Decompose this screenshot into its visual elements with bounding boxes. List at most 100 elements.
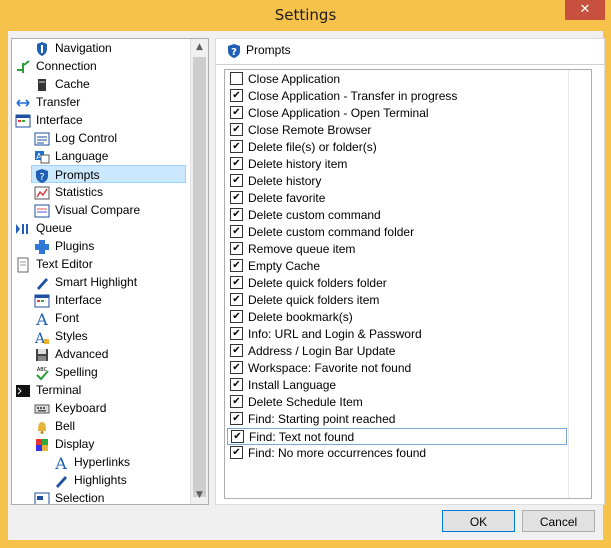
checkbox-checked-icon[interactable]: ✔	[230, 191, 243, 205]
prompt-list-item[interactable]: ✔ Close Application - Open Terminal	[227, 105, 567, 122]
tree-item-spelling[interactable]: ABC Spelling	[34, 363, 98, 381]
prompt-list-item[interactable]: ✔ Delete quick folders folder	[227, 275, 567, 292]
tree-item-hyperlinks[interactable]: A Hyperlinks	[53, 453, 131, 473]
checkbox-checked-icon[interactable]: ✔	[230, 106, 243, 120]
prompt-list-item[interactable]: ✔ Install Language	[227, 377, 567, 394]
checkbox-checked-icon[interactable]: ✔	[230, 123, 243, 137]
checkbox-unchecked-icon[interactable]	[230, 72, 243, 86]
checkbox-checked-icon[interactable]: ✔	[230, 140, 243, 154]
prompt-list-item[interactable]: ✔ Find: Text not found	[227, 428, 567, 445]
checkbox-checked-icon[interactable]: ✔	[230, 208, 243, 222]
prompt-list-item[interactable]: ✔ Delete history item	[227, 156, 567, 173]
tree-item-label: Spelling	[55, 365, 98, 379]
dialog-client: Navigation Connection Cache Transfer Interfa…	[8, 31, 605, 540]
tree-item-interface[interactable]: Interface	[15, 111, 83, 129]
tree-item-styles[interactable]: A Styles	[34, 327, 88, 347]
checkbox-checked-icon[interactable]: ✔	[230, 242, 243, 256]
tree-item-selection[interactable]: Selection	[34, 489, 104, 504]
tree-item-label: Keyboard	[55, 401, 107, 415]
tree-item-font[interactable]: A Font	[34, 309, 79, 329]
prompt-list-item[interactable]: ✔ Address / Login Bar Update	[227, 343, 567, 360]
checkbox-checked-icon[interactable]: ✔	[230, 174, 243, 188]
checkbox-checked-icon[interactable]: ✔	[230, 225, 243, 239]
tree-item-log-control[interactable]: Log Control	[34, 129, 117, 147]
checkbox-checked-icon[interactable]: ✔	[230, 378, 243, 392]
checkbox-checked-icon[interactable]: ✔	[230, 89, 243, 103]
checkbox-checked-icon[interactable]: ✔	[230, 446, 243, 460]
checkbox-checked-icon[interactable]: ✔	[230, 293, 243, 307]
prompt-list-item[interactable]: ✔ Delete Schedule Item	[227, 394, 567, 411]
tree-item-label: Visual Compare	[55, 203, 141, 217]
ok-button[interactable]: OK	[442, 510, 515, 532]
tree-item-smart-highlight[interactable]: Smart Highlight	[34, 273, 137, 291]
tree-item-connection[interactable]: Connection	[15, 57, 97, 75]
keyboard-icon	[34, 401, 50, 417]
prompt-list-item[interactable]: ✔ Delete bookmark(s)	[227, 309, 567, 326]
checkbox-checked-icon[interactable]: ✔	[230, 259, 243, 273]
tree-item-label: Hyperlinks	[74, 455, 131, 469]
prompts-icon: ?	[34, 168, 50, 184]
tree-item-advanced[interactable]: Advanced	[34, 345, 108, 363]
prompt-list-item[interactable]: Close Application	[227, 71, 567, 88]
tree-item-interface[interactable]: Interface	[34, 291, 102, 309]
prompt-list-item[interactable]: ✔ Empty Cache	[227, 258, 567, 275]
checkbox-checked-icon[interactable]: ✔	[230, 344, 243, 358]
prompt-list-item[interactable]: ✔ Find: Starting point reached	[227, 411, 567, 428]
tree-item-queue[interactable]: Queue	[15, 219, 72, 237]
cancel-button[interactable]: Cancel	[522, 510, 595, 532]
checkbox-checked-icon[interactable]: ✔	[230, 310, 243, 324]
prompt-label: Delete file(s) or folder(s)	[248, 140, 377, 154]
statistics-icon	[34, 185, 50, 201]
tree-item-label: Interface	[55, 293, 102, 307]
tree-item-bell[interactable]: Bell	[34, 417, 75, 435]
checkbox-checked-icon[interactable]: ✔	[230, 276, 243, 290]
prompt-list-item[interactable]: ✔ Find: No more occurrences found	[227, 445, 567, 462]
tree-item-keyboard[interactable]: Keyboard	[34, 399, 106, 417]
tree-item-navigation[interactable]: Navigation	[34, 39, 112, 57]
tree-item-terminal[interactable]: Terminal	[15, 381, 81, 399]
prompt-list-item[interactable]: ✔ Close Remote Browser	[227, 122, 567, 139]
prompt-list-item[interactable]: ✔ Delete history	[227, 173, 567, 190]
scroll-up-icon[interactable]: ▲	[191, 39, 208, 56]
prompt-list-item[interactable]: ✔ Close Application - Transfer in progres…	[227, 88, 567, 105]
prompt-list-item[interactable]: ✔ Delete custom command folder	[227, 224, 567, 241]
scroll-down-icon[interactable]: ▼	[191, 487, 208, 504]
language-icon: A	[34, 149, 50, 165]
prompt-list-item[interactable]: ✔ Delete favorite	[227, 190, 567, 207]
tree-item-language[interactable]: A Language	[34, 147, 108, 165]
checkbox-checked-icon[interactable]: ✔	[230, 327, 243, 341]
prompt-label: Close Remote Browser	[248, 123, 372, 137]
transfer-icon	[15, 95, 31, 111]
prompt-label: Remove queue item	[248, 242, 356, 256]
tree-item-highlights[interactable]: Highlights	[53, 471, 127, 489]
prompts-icon: ?	[226, 43, 242, 59]
tree-item-transfer[interactable]: Transfer	[15, 93, 80, 111]
prompt-list-item[interactable]: ✔ Info: URL and Login & Password	[227, 326, 567, 343]
prompt-list-item[interactable]: ✔ Delete custom command	[227, 207, 567, 224]
tree-item-cache[interactable]: Cache	[34, 75, 90, 93]
panel-title: ? Prompts	[226, 43, 291, 59]
prompt-label: Address / Login Bar Update	[248, 344, 396, 358]
close-button[interactable]: ✕	[565, 0, 605, 20]
prompt-list-item[interactable]: ✔ Remove queue item	[227, 241, 567, 258]
tree-item-prompts[interactable]: ? Prompts	[31, 165, 186, 183]
tree-item-label: Plugins	[55, 239, 95, 253]
prompt-list-item[interactable]: ✔ Delete file(s) or folder(s)	[227, 139, 567, 156]
prompt-list-item[interactable]: ✔ Delete quick folders item	[227, 292, 567, 309]
checkbox-checked-icon[interactable]: ✔	[230, 395, 243, 409]
scroll-thumb[interactable]	[193, 57, 206, 497]
tree-item-display[interactable]: Display	[34, 435, 94, 453]
tree-item-label: Prompts	[55, 168, 100, 182]
tree-item-visual-compare[interactable]: Visual Compare	[34, 201, 140, 219]
checkbox-checked-icon[interactable]: ✔	[230, 157, 243, 171]
tree-item-plugins[interactable]: Plugins	[34, 237, 94, 255]
tree-scrollbar[interactable]: ▲ ▼	[190, 39, 208, 504]
prompt-list-item[interactable]: ✔ Workspace: Favorite not found	[227, 360, 567, 377]
interface-icon	[34, 293, 50, 309]
tree-item-statistics[interactable]: Statistics	[34, 183, 103, 201]
tree-item-text-editor[interactable]: Text Editor	[15, 255, 93, 273]
cache-icon	[34, 77, 50, 93]
checkbox-checked-icon[interactable]: ✔	[230, 361, 243, 375]
checkbox-checked-icon[interactable]: ✔	[230, 412, 243, 426]
checkbox-checked-icon[interactable]: ✔	[231, 430, 244, 444]
